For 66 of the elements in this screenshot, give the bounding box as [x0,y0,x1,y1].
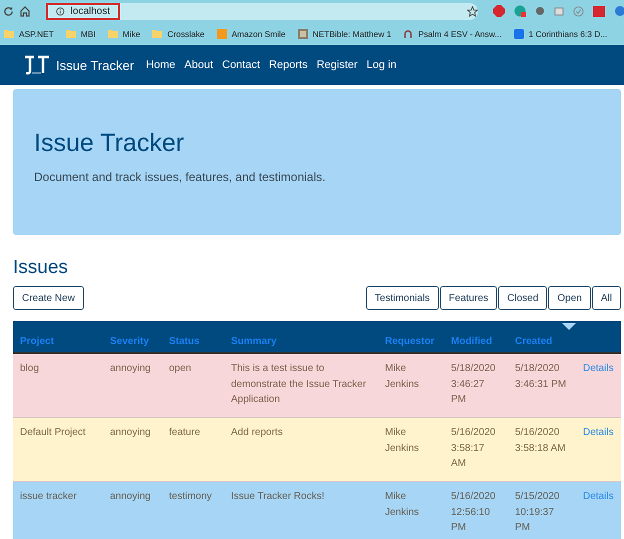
table-cell: Add reports [224,418,378,482]
nav-link[interactable]: Home [146,59,176,71]
extension-icon[interactable] [514,5,526,17]
table-cell: testimony [162,482,224,539]
bookmark[interactable]: 1 Corinthians 6:3 D... [514,28,608,38]
table-cell: Issue Tracker Rocks! [224,482,378,539]
table-cell: 5/16/2020 12:56:10 PM [444,482,508,539]
table-cell: annoying [103,482,162,539]
table-cell: 5/18/2020 3:46:31 PM [508,353,576,418]
check-circle-icon[interactable] [573,6,584,16]
extension-icon[interactable] [593,6,605,16]
home-icon[interactable] [19,5,31,17]
nav-link[interactable]: Register [316,59,358,71]
bookmark[interactable]: Mike [108,28,140,38]
filter-button[interactable]: Testimonials [366,286,439,310]
filter-button[interactable]: All [592,286,621,310]
table-cell: Default Project [13,418,103,482]
table-cell: Mike Jenkins [378,418,444,482]
bookmark[interactable]: NETBible: Matthew 1 [298,28,392,38]
folder-icon [4,29,14,38]
logo-icon[interactable] [23,54,51,76]
folder-icon [66,29,76,38]
filter-button[interactable]: Closed [498,286,548,310]
bookmark-favicon-icon [216,28,227,38]
table-cell: feature [162,418,224,482]
table-cell: This is a test issue to demonstrate the Issue Tracker Application [224,353,378,418]
nav-link[interactable]: Log in [366,59,397,71]
table-cell: 5/16/2020 3:58:18 AM [508,418,576,482]
nav-link[interactable]: Contact [222,59,260,71]
bookmark[interactable]: Amazon Smile [216,28,286,38]
address-bar[interactable]: localhost [46,2,120,20]
folder-icon [152,29,162,38]
table-cell: open [162,353,224,418]
section-heading: Issues [13,257,69,279]
sort-caret-icon [562,323,576,330]
address-text: localhost [70,6,110,16]
table-cell: blog [13,353,103,418]
nav-link[interactable]: About [184,59,214,71]
bookmark-favicon-icon [298,28,308,38]
reload-icon[interactable] [3,6,14,16]
nav-link[interactable]: Reports [269,59,308,71]
hero-title: Issue Tracker [34,129,186,158]
table-cell: 5/15/2020 10:19:37 PM [508,482,576,539]
star-icon[interactable] [467,6,478,16]
filter-button[interactable]: Features [440,286,498,310]
bookmark-favicon-icon [514,28,524,38]
filter-button[interactable]: Open [548,286,591,310]
bookmark[interactable]: ASP.NET [4,28,54,38]
brand-link[interactable]: Issue Tracker [56,58,134,72]
bookmark-favicon-icon [403,28,414,38]
bookmark[interactable]: Psalm 4 ESV - Answ... [403,28,502,38]
table-cell: 5/16/2020 3:58:17 AM [444,418,508,482]
create-new-button[interactable]: Create New [13,286,84,310]
table-cell: 5/18/2020 3:46:27 PM [444,353,508,418]
info-icon [56,6,65,16]
bookmark[interactable]: Crosslake [152,28,205,38]
table-cell: Mike Jenkins [378,482,444,539]
stop-sign-icon[interactable] [493,5,505,17]
table-cell: annoying [103,418,162,482]
bookmark[interactable]: MBI [66,28,96,38]
hero-subtitle: Document and track issues, features, and testimonials. [34,170,326,184]
folder-icon [108,29,118,38]
table-cell: annoying [103,353,162,418]
table-cell: Mike Jenkins [378,353,444,418]
table-cell: issue tracker [13,482,103,539]
extension-icon[interactable] [614,6,624,16]
